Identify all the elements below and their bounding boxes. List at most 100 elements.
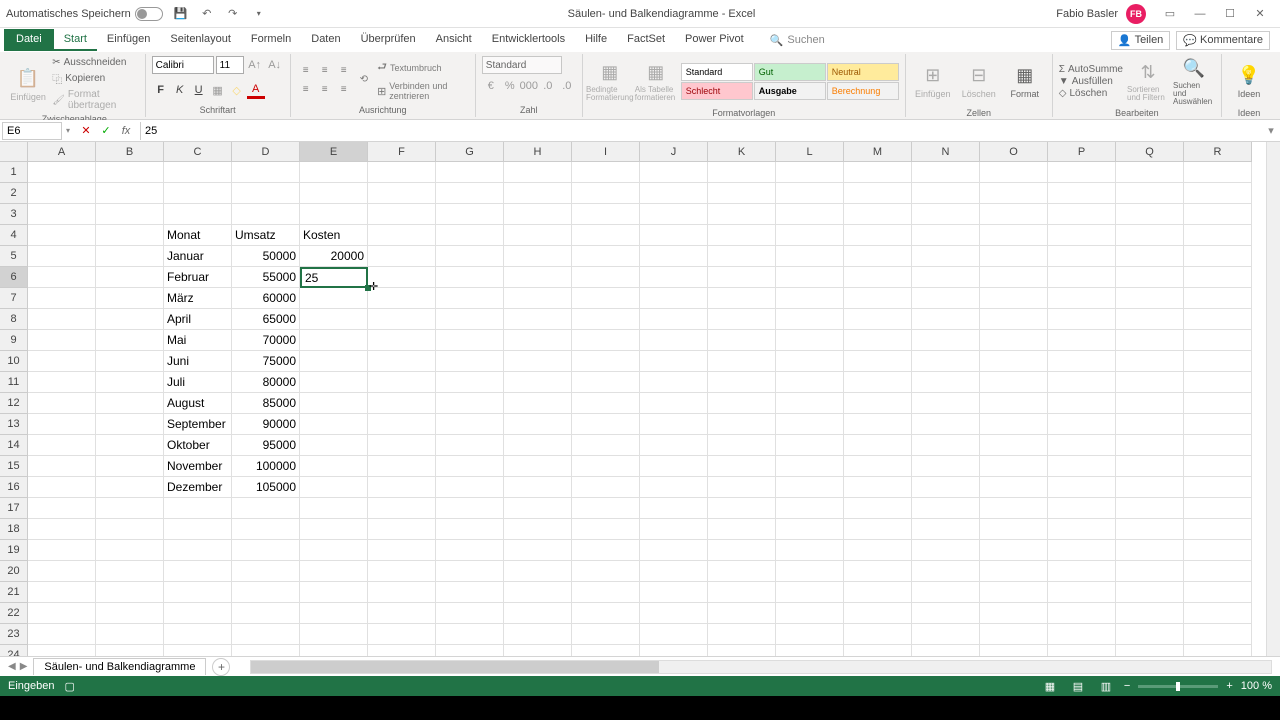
cell-P17[interactable] bbox=[1048, 498, 1116, 519]
cell-G13[interactable] bbox=[436, 414, 504, 435]
cell-J12[interactable] bbox=[640, 393, 708, 414]
cell-K11[interactable] bbox=[708, 372, 776, 393]
cell-O8[interactable] bbox=[980, 309, 1048, 330]
cell-A23[interactable] bbox=[28, 624, 96, 645]
col-header-L[interactable]: L bbox=[776, 142, 844, 162]
row-header-11[interactable]: 11 bbox=[0, 372, 28, 393]
cell-G23[interactable] bbox=[436, 624, 504, 645]
cell-I14[interactable] bbox=[572, 435, 640, 456]
cell-J7[interactable] bbox=[640, 288, 708, 309]
cell-G17[interactable] bbox=[436, 498, 504, 519]
cell-B21[interactable] bbox=[96, 582, 164, 603]
cell-C10[interactable]: Juni bbox=[164, 351, 232, 372]
cell-G21[interactable] bbox=[436, 582, 504, 603]
ideas-button[interactable]: 💡Ideen bbox=[1228, 56, 1270, 106]
cell-D6[interactable]: 55000 bbox=[232, 267, 300, 288]
cell-J8[interactable] bbox=[640, 309, 708, 330]
cell-G14[interactable] bbox=[436, 435, 504, 456]
cell-C14[interactable]: Oktober bbox=[164, 435, 232, 456]
cell-K16[interactable] bbox=[708, 477, 776, 498]
cell-A12[interactable] bbox=[28, 393, 96, 414]
cell-G3[interactable] bbox=[436, 204, 504, 225]
conditional-format-button[interactable]: ▦ Bedingte Formatierung bbox=[589, 56, 631, 106]
zoom-in-icon[interactable]: + bbox=[1226, 680, 1232, 692]
cell-J1[interactable] bbox=[640, 162, 708, 183]
cell-R17[interactable] bbox=[1184, 498, 1252, 519]
cell-L20[interactable] bbox=[776, 561, 844, 582]
cell-P22[interactable] bbox=[1048, 603, 1116, 624]
cell-A1[interactable] bbox=[28, 162, 96, 183]
border-icon[interactable]: ▦ bbox=[209, 81, 227, 99]
cell-L18[interactable] bbox=[776, 519, 844, 540]
cell-Q18[interactable] bbox=[1116, 519, 1184, 540]
cell-C11[interactable]: Juli bbox=[164, 372, 232, 393]
cell-Q23[interactable] bbox=[1116, 624, 1184, 645]
cell-Q13[interactable] bbox=[1116, 414, 1184, 435]
fx-icon[interactable]: fx bbox=[116, 122, 136, 140]
cell-A17[interactable] bbox=[28, 498, 96, 519]
cell-M16[interactable] bbox=[844, 477, 912, 498]
cell-B16[interactable] bbox=[96, 477, 164, 498]
cell-P3[interactable] bbox=[1048, 204, 1116, 225]
cell-P12[interactable] bbox=[1048, 393, 1116, 414]
cell-L10[interactable] bbox=[776, 351, 844, 372]
name-box[interactable] bbox=[2, 122, 62, 140]
cell-L12[interactable] bbox=[776, 393, 844, 414]
cell-L6[interactable] bbox=[776, 267, 844, 288]
clear-button[interactable]: ◇Löschen bbox=[1059, 88, 1123, 99]
cell-A8[interactable] bbox=[28, 309, 96, 330]
formula-input[interactable] bbox=[141, 125, 1262, 137]
cell-J13[interactable] bbox=[640, 414, 708, 435]
cell-R24[interactable] bbox=[1184, 645, 1252, 656]
cell-I16[interactable] bbox=[572, 477, 640, 498]
fill-button[interactable]: ▼Ausfüllen bbox=[1059, 76, 1123, 87]
cell-J19[interactable] bbox=[640, 540, 708, 561]
cell-H2[interactable] bbox=[504, 183, 572, 204]
cell-P24[interactable] bbox=[1048, 645, 1116, 656]
cell-N21[interactable] bbox=[912, 582, 980, 603]
cell-F22[interactable] bbox=[368, 603, 436, 624]
cell-C15[interactable]: November bbox=[164, 456, 232, 477]
cell-E11[interactable] bbox=[300, 372, 368, 393]
cell-B15[interactable] bbox=[96, 456, 164, 477]
number-format-select[interactable] bbox=[482, 56, 562, 74]
orientation-icon[interactable]: ⟲ bbox=[357, 71, 371, 89]
cell-A4[interactable] bbox=[28, 225, 96, 246]
cell-R19[interactable] bbox=[1184, 540, 1252, 561]
cell-I24[interactable] bbox=[572, 645, 640, 656]
expand-formula-icon[interactable]: ▾ bbox=[1262, 124, 1280, 137]
cell-K15[interactable] bbox=[708, 456, 776, 477]
cell-I17[interactable] bbox=[572, 498, 640, 519]
row-header-17[interactable]: 17 bbox=[0, 498, 28, 519]
cell-E23[interactable] bbox=[300, 624, 368, 645]
cell-C2[interactable] bbox=[164, 183, 232, 204]
cell-O17[interactable] bbox=[980, 498, 1048, 519]
cell-A3[interactable] bbox=[28, 204, 96, 225]
cell-L13[interactable] bbox=[776, 414, 844, 435]
cell-Q8[interactable] bbox=[1116, 309, 1184, 330]
row-header-3[interactable]: 3 bbox=[0, 204, 28, 225]
cell-F19[interactable] bbox=[368, 540, 436, 561]
cell-Q14[interactable] bbox=[1116, 435, 1184, 456]
cell-A14[interactable] bbox=[28, 435, 96, 456]
cell-J15[interactable] bbox=[640, 456, 708, 477]
cell-M2[interactable] bbox=[844, 183, 912, 204]
cell-B2[interactable] bbox=[96, 183, 164, 204]
cell-Q22[interactable] bbox=[1116, 603, 1184, 624]
format-table-button[interactable]: ▦ Als Tabelle formatieren bbox=[635, 56, 677, 106]
cell-E10[interactable] bbox=[300, 351, 368, 372]
cell-B17[interactable] bbox=[96, 498, 164, 519]
cell-Q6[interactable] bbox=[1116, 267, 1184, 288]
cell-D7[interactable]: 60000 bbox=[232, 288, 300, 309]
cell-E24[interactable] bbox=[300, 645, 368, 656]
save-icon[interactable]: 💾 bbox=[173, 6, 189, 22]
cell-I23[interactable] bbox=[572, 624, 640, 645]
cell-B6[interactable] bbox=[96, 267, 164, 288]
cell-F8[interactable] bbox=[368, 309, 436, 330]
cell-L3[interactable] bbox=[776, 204, 844, 225]
tab-file[interactable]: Datei bbox=[4, 29, 54, 51]
cell-G7[interactable] bbox=[436, 288, 504, 309]
cell-O16[interactable] bbox=[980, 477, 1048, 498]
tab-review[interactable]: Überprüfen bbox=[351, 29, 426, 51]
row-header-12[interactable]: 12 bbox=[0, 393, 28, 414]
